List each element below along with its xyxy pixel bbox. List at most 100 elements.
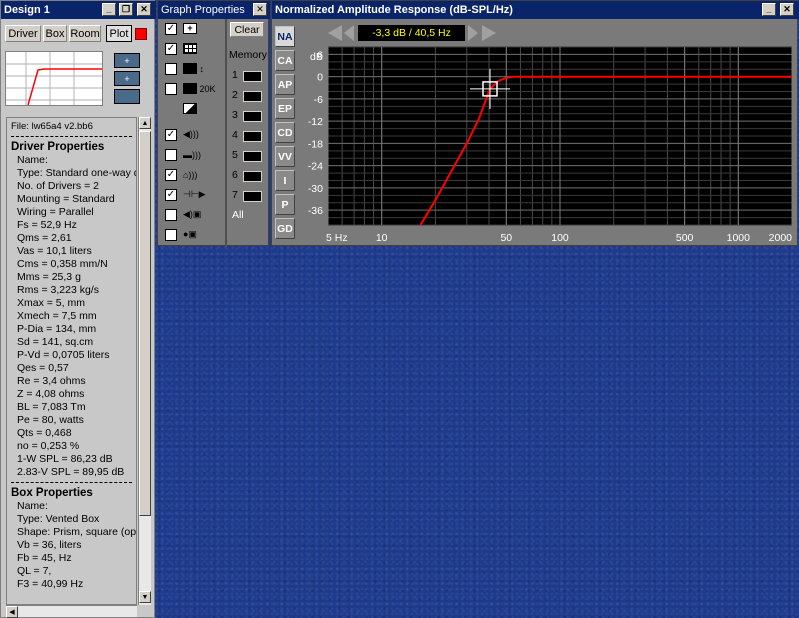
- tab-p[interactable]: P: [275, 194, 295, 215]
- driver-property-line: BL = 7,083 Tm: [17, 401, 86, 413]
- response-plot[interactable]: 60-6-12-18-24-30-36 5 Hz 10 50 100 500 1000 20…: [300, 45, 795, 245]
- memory-slot-4[interactable]: [243, 131, 262, 142]
- grid-icon: [183, 42, 217, 55]
- restore-button[interactable]: ❐: [119, 3, 133, 16]
- close-button[interactable]: ✕: [137, 3, 151, 16]
- memory-slot-2[interactable]: [243, 91, 262, 102]
- scroll-left-icon[interactable]: ◀: [6, 606, 18, 618]
- memory-slot-3[interactable]: [243, 111, 262, 122]
- checkbox-target[interactable]: [165, 229, 177, 241]
- minimize-button[interactable]: _: [762, 3, 776, 16]
- range-20k-label: 20K: [199, 83, 216, 94]
- scroll-down-icon[interactable]: ▼: [139, 591, 151, 603]
- tab-ca[interactable]: CA: [275, 50, 295, 71]
- tab-vv[interactable]: VV: [275, 146, 295, 167]
- driver-property-line: Re = 3,4 ohms: [17, 375, 86, 387]
- close-button[interactable]: ✕: [780, 3, 794, 16]
- y-tick-label: -36: [308, 205, 323, 217]
- driver-property-line: Type: Standard one-way d: [17, 167, 137, 179]
- box-add-icon[interactable]: +: [114, 71, 140, 86]
- tab-room[interactable]: Room: [69, 25, 101, 42]
- box-property-line: QL = 7,: [17, 565, 52, 577]
- properties-scrollbar[interactable]: ▲ ▼: [138, 117, 151, 605]
- driver-property-line: Rms = 3,223 kg/s: [17, 284, 99, 296]
- memory-slot-number: 4: [232, 129, 238, 141]
- y-tick-label: -24: [308, 161, 323, 173]
- y-axis-labels: 60-6-12-18-24-30-36: [308, 49, 323, 217]
- driver-property-line: Fs = 52,9 Hz: [17, 219, 77, 231]
- divider: [11, 482, 132, 483]
- tab-box[interactable]: Box: [43, 25, 67, 42]
- fast-forward-icon[interactable]: [482, 25, 496, 41]
- tab-gd[interactable]: GD: [275, 218, 295, 239]
- graph-properties-titlebar[interactable]: Graph Properties ✕: [158, 1, 270, 19]
- memory-slot-7[interactable]: [243, 191, 262, 202]
- driver-property-line: Name:: [17, 154, 48, 166]
- checkbox-range[interactable]: [165, 83, 177, 95]
- x-tick-label: 100: [551, 232, 569, 244]
- driver-properties-list: Name: Type: Standard one-way d No. of Driv…: [11, 154, 136, 479]
- tab-na[interactable]: NA: [275, 26, 295, 47]
- clear-button[interactable]: Clear: [230, 22, 264, 37]
- driver-property-line: 1-W SPL = 86,23 dB: [17, 453, 113, 465]
- driver-add-icon[interactable]: +: [114, 53, 140, 68]
- fast-back-icon[interactable]: [328, 25, 342, 41]
- crosshair-glyph: +: [183, 23, 197, 34]
- corner-icon[interactable]: [183, 102, 217, 115]
- minimize-button[interactable]: _: [102, 3, 116, 16]
- step-back-icon[interactable]: [344, 25, 354, 41]
- speaker-icon[interactable]: [114, 89, 140, 104]
- response-thumbnail[interactable]: [5, 51, 103, 106]
- checkbox-box-response[interactable]: [165, 149, 177, 161]
- horizontal-scrollbar[interactable]: ◀: [6, 605, 137, 618]
- checkbox-driver-response[interactable]: ✓: [165, 129, 177, 141]
- checkbox-room-response[interactable]: ✓: [165, 169, 177, 181]
- checkbox-grid[interactable]: ✓: [165, 43, 177, 55]
- memory-slot-6[interactable]: [243, 171, 262, 182]
- memory-slot-1[interactable]: [243, 71, 262, 82]
- box-property-line: Type: Vented Box: [17, 513, 100, 525]
- tab-plot[interactable]: Plot: [106, 25, 132, 42]
- measured-icon: ◀)▣: [183, 209, 202, 219]
- checkbox-measured[interactable]: [165, 209, 177, 221]
- driver-property-line: P-Vd = 0,0705 liters: [17, 349, 110, 361]
- scroll-up-icon[interactable]: ▲: [139, 117, 151, 129]
- y-tick-label: -18: [308, 138, 323, 150]
- y-tick-label: 0: [317, 72, 323, 84]
- range-20k-icon: 20K: [183, 82, 217, 95]
- x-tick-label: 5 Hz: [326, 232, 348, 244]
- driver-properties-heading: Driver Properties: [11, 141, 105, 153]
- driver-property-line: 2.83-V SPL = 89,95 dB: [17, 466, 125, 478]
- tab-ap[interactable]: AP: [275, 74, 295, 95]
- driver-property-line: Qms = 2,61: [17, 232, 72, 244]
- design-window-titlebar[interactable]: Design 1 _ ❐ ✕: [1, 1, 156, 19]
- x-tick-label: 1000: [727, 232, 751, 244]
- memory-slot-5[interactable]: [243, 151, 262, 162]
- step-forward-icon[interactable]: [468, 25, 478, 41]
- x-tick-label: 500: [676, 232, 694, 244]
- memory-slot-number: 5: [232, 149, 238, 161]
- graph-properties-window: Graph Properties ✕ ✓ + ✓ ↕ 20K ✓ ◀))) ▬)…: [157, 0, 270, 247]
- tab-driver[interactable]: Driver: [5, 25, 41, 42]
- memory-all-label[interactable]: All: [232, 209, 244, 221]
- crosshair-icon: +: [183, 22, 217, 35]
- checkbox-crosshair[interactable]: ✓: [165, 23, 177, 35]
- tab-cd[interactable]: CD: [275, 122, 295, 143]
- checkbox-scale[interactable]: [165, 63, 177, 75]
- driver-property-line: Wiring = Parallel: [17, 206, 94, 218]
- checkbox-circuit[interactable]: ✓: [165, 189, 177, 201]
- driver-property-line: Qts = 0,468: [17, 427, 72, 439]
- tab-i[interactable]: I: [275, 170, 295, 191]
- circuit-icon: ⊣⊢▶: [183, 189, 206, 199]
- close-button[interactable]: ✕: [253, 3, 267, 16]
- graph-window-title: Normalized Amplitude Response (dB-SPL/Hz…: [275, 4, 513, 16]
- graph-window: Normalized Amplitude Response (dB-SPL/Hz…: [271, 0, 799, 246]
- tab-ep[interactable]: EP: [275, 98, 295, 119]
- box-property-line: F3 = 40,99 Hz: [17, 578, 84, 590]
- box-property-line: Shape: Prism, square (opt: [17, 526, 137, 538]
- design-window-title: Design 1: [4, 4, 50, 16]
- box-properties-heading: Box Properties: [11, 487, 93, 499]
- graph-window-titlebar[interactable]: Normalized Amplitude Response (dB-SPL/Hz…: [272, 1, 799, 19]
- scrollbar-thumb[interactable]: [139, 131, 151, 516]
- driver-property-line: Vas = 10,1 liters: [17, 245, 92, 257]
